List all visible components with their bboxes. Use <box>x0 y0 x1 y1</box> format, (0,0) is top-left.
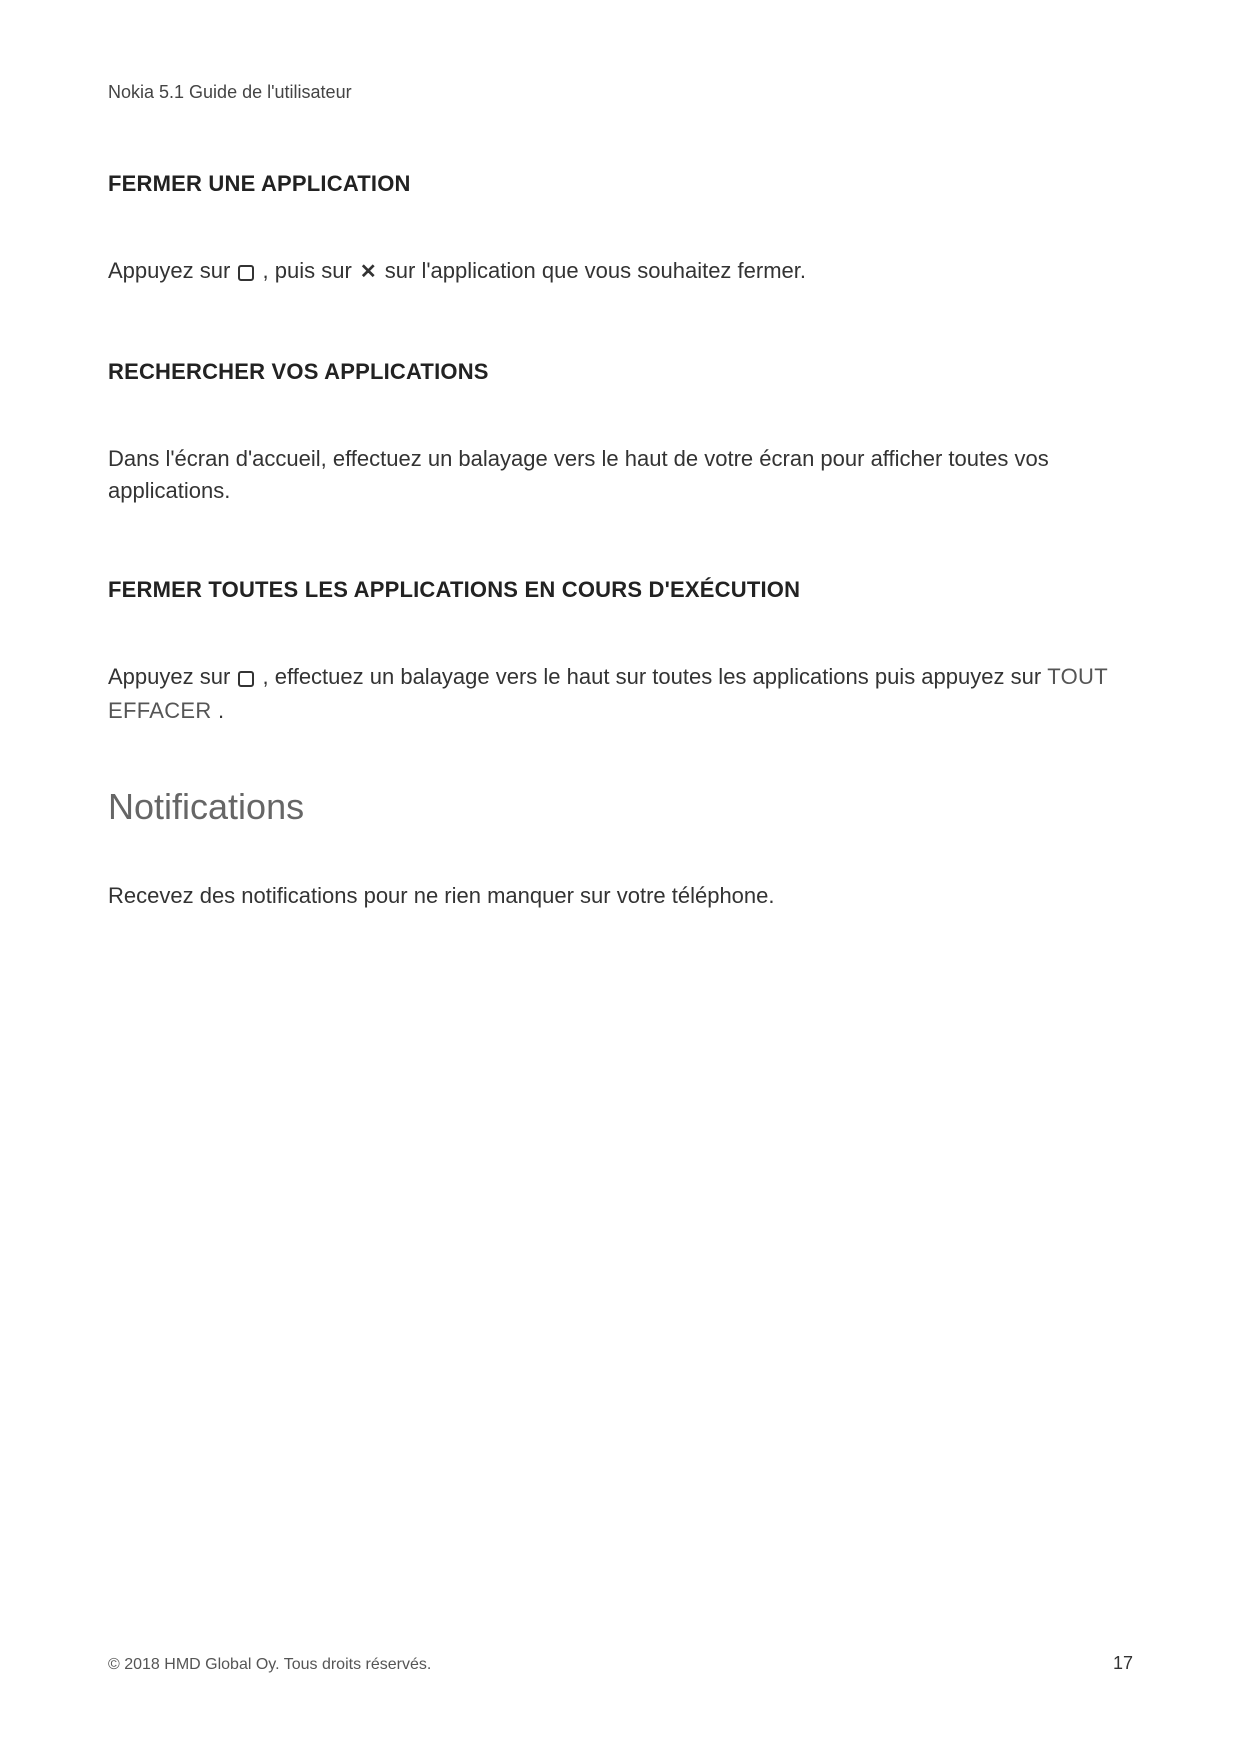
recent-apps-square-icon <box>238 257 254 289</box>
section-heading-notifications: Notifications <box>108 786 1133 828</box>
page-number: 17 <box>1113 1653 1133 1674</box>
body-text-search-apps: Dans l'écran d'accueil, effectuez un bal… <box>108 443 1133 507</box>
section-heading-close-all-apps: FERMER TOUTES LES APPLICATIONS EN COURS … <box>108 577 1133 603</box>
page-content: Nokia 5.1 Guide de l'utilisateur FERMER … <box>0 0 1241 912</box>
section-heading-close-app: FERMER UNE APPLICATION <box>108 171 1133 197</box>
document-header-title: Nokia 5.1 Guide de l'utilisateur <box>108 82 1133 103</box>
text-fragment: , puis sur <box>263 258 358 283</box>
body-text-notifications: Recevez des notifications pour ne rien m… <box>108 880 1133 912</box>
close-icon: ✕ <box>360 262 377 282</box>
recent-apps-square-icon <box>238 663 254 695</box>
page-footer: © 2018 HMD Global Oy. Tous droits réserv… <box>108 1653 1133 1674</box>
text-fragment: , effectuez un balayage vers le haut sur… <box>263 664 1048 689</box>
text-fragment: Appuyez sur <box>108 258 236 283</box>
text-fragment: Appuyez sur <box>108 664 236 689</box>
text-fragment: sur l'application que vous souhaitez fer… <box>385 258 806 283</box>
footer-copyright: © 2018 HMD Global Oy. Tous droits réserv… <box>108 1656 431 1674</box>
body-text-close-app: Appuyez sur , puis sur ✕ sur l'applicati… <box>108 255 1133 289</box>
body-text-close-all-apps: Appuyez sur , effectuez un balayage vers… <box>108 661 1133 727</box>
section-heading-search-apps: RECHERCHER VOS APPLICATIONS <box>108 359 1133 385</box>
text-fragment: . <box>218 698 224 723</box>
